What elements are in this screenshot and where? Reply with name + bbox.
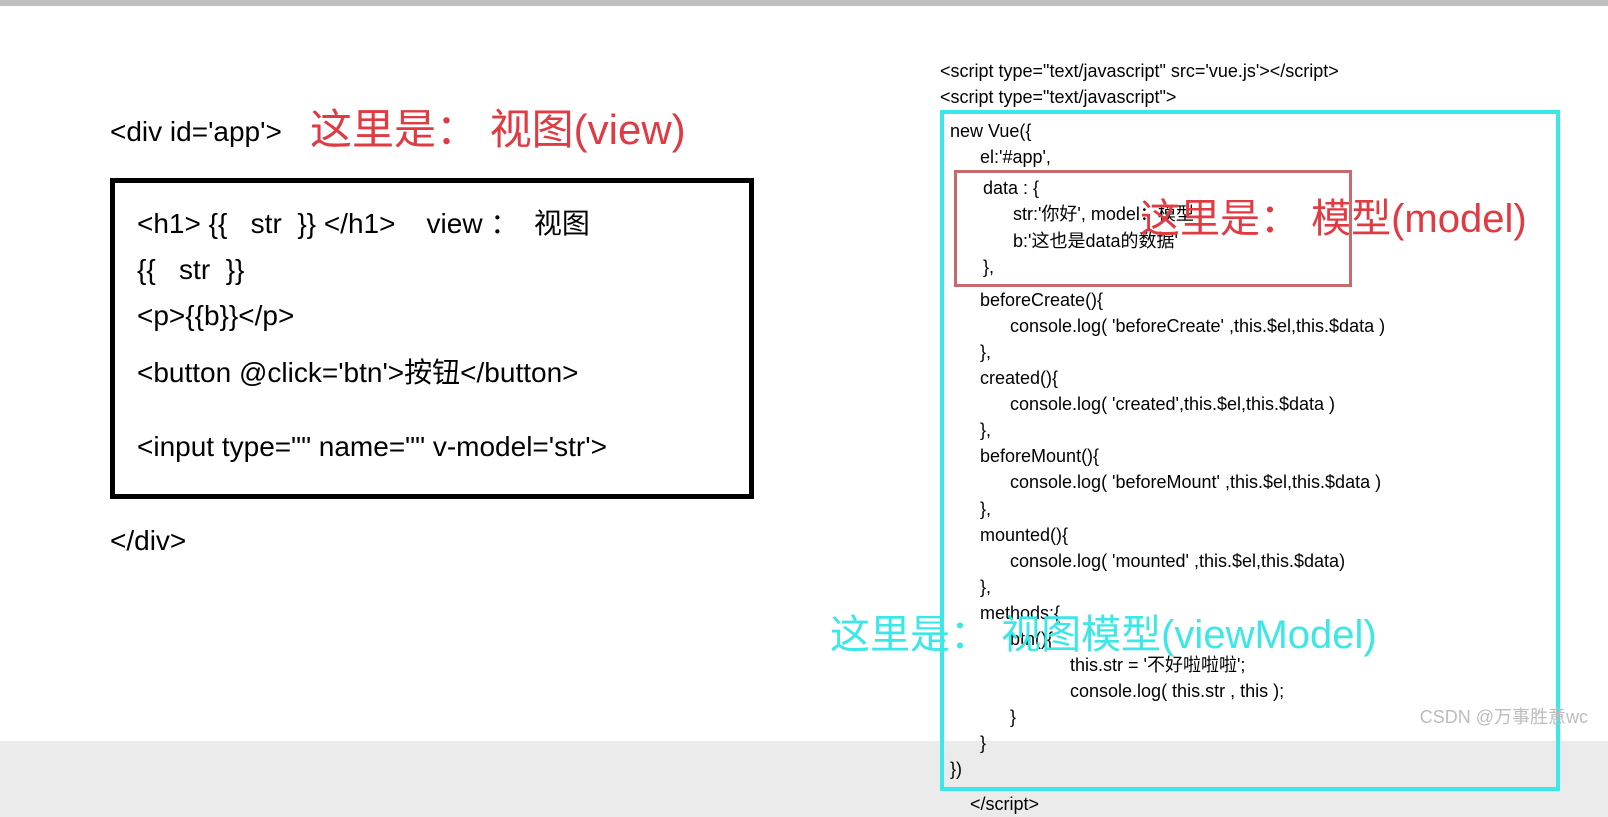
div-close-tag: </div> bbox=[110, 525, 830, 557]
methods-close: } bbox=[950, 730, 1550, 756]
view-section: <div id='app'> <h1> {{ str }} </h1> view… bbox=[110, 116, 830, 557]
btn-line2: console.log( this.str , this ); bbox=[950, 678, 1550, 704]
script-open-line: <script type="text/javascript"> bbox=[940, 84, 1560, 110]
data-close-line: }, bbox=[983, 254, 1343, 280]
created-open: created(){ bbox=[950, 365, 1550, 391]
mounted-open: mounted(){ bbox=[950, 522, 1550, 548]
script-close-line: </script> bbox=[940, 791, 1560, 817]
created-log: console.log( 'created',this.$el,this.$da… bbox=[950, 391, 1550, 417]
close-3: }, bbox=[950, 496, 1550, 522]
model-label: 这里是： 模型(model) bbox=[1140, 186, 1527, 244]
beforemount-open: beforeMount(){ bbox=[950, 443, 1550, 469]
close-1: }, bbox=[950, 339, 1550, 365]
view-codebox: <h1> {{ str }} </h1> view ： 视图 {{ str }}… bbox=[110, 178, 754, 499]
script-src-line: <script type="text/javascript" src='vue.… bbox=[940, 58, 1560, 84]
page-root: <div id='app'> <h1> {{ str }} </h1> view… bbox=[0, 0, 1608, 741]
vue-close-line: }) bbox=[950, 756, 1550, 782]
code-line-input: <input type="" name="" v-model='str'> bbox=[137, 424, 727, 470]
code-line-h1: <h1> {{ str }} </h1> view ： 视图 bbox=[137, 201, 727, 247]
close-2: }, bbox=[950, 417, 1550, 443]
code-line-str: {{ str }} bbox=[137, 247, 727, 293]
watermark: CSDN @万事胜意wc bbox=[1420, 703, 1588, 729]
mounted-log: console.log( 'mounted' ,this.$el,this.$d… bbox=[950, 548, 1550, 574]
close-4: }, bbox=[950, 574, 1550, 600]
new-vue-line: new Vue({ bbox=[950, 118, 1550, 144]
beforecreate-log: console.log( 'beforeCreate' ,this.$el,th… bbox=[950, 313, 1550, 339]
code-line-p: <p>{{b}}</p> bbox=[137, 293, 727, 339]
beforecreate-open: beforeCreate(){ bbox=[950, 287, 1550, 313]
viewmodel-label: 这里是： 视图模型(viewModel) bbox=[830, 602, 1377, 660]
view-label: 这里是： 视图(view) bbox=[310, 96, 686, 157]
beforemount-log: console.log( 'beforeMount' ,this.$el,thi… bbox=[950, 469, 1550, 495]
el-line: el:'#app', bbox=[950, 144, 1550, 170]
code-line-button: <button @click='btn'>按钮</button> bbox=[137, 350, 727, 396]
